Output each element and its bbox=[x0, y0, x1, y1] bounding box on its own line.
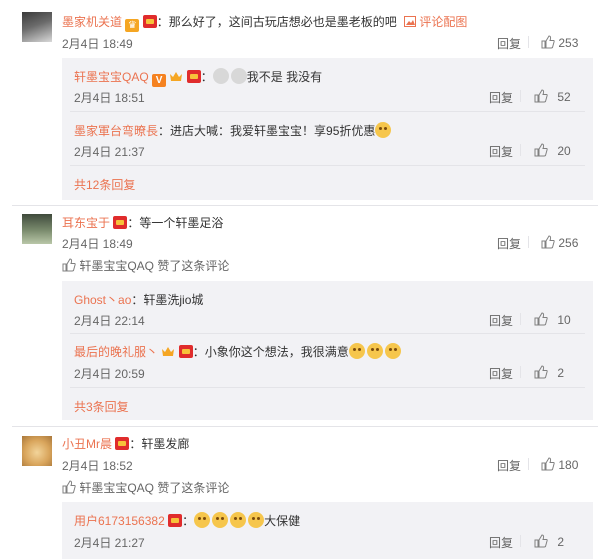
thumbs-up-icon bbox=[534, 89, 548, 103]
reply-date: 2月4日 21:37 bbox=[74, 145, 145, 159]
comment-text: ：等一个轩墨足浴 bbox=[127, 216, 224, 230]
vip-badge-icon: V bbox=[152, 74, 167, 87]
reply-text: ：轩墨洗jio城 bbox=[131, 293, 204, 307]
reply-date: 2月4日 18:51 bbox=[74, 91, 145, 105]
comment-body: 耳东宝于 ：等一个轩墨足浴 bbox=[62, 214, 223, 231]
liked-by-text: 赞了这条评论 bbox=[154, 481, 230, 495]
red-envelope-badge-icon bbox=[186, 70, 201, 83]
liked-by-user[interactable]: 轩墨宝宝QAQ bbox=[79, 259, 154, 273]
like-button[interactable]: 256 bbox=[541, 235, 578, 250]
face-emoji-icon bbox=[230, 68, 247, 84]
red-envelope-badge-icon bbox=[178, 345, 193, 358]
like-button[interactable]: 10 bbox=[534, 312, 571, 327]
cat-emoji-icon bbox=[212, 512, 229, 528]
reply-button[interactable]: 回复 bbox=[489, 534, 513, 551]
thumbs-up-icon bbox=[534, 534, 548, 548]
cat-emoji-icon bbox=[375, 122, 392, 138]
like-count: 52 bbox=[557, 90, 571, 104]
cat-emoji-icon bbox=[230, 512, 247, 528]
more-replies-link[interactable]: 共3条回复 bbox=[74, 398, 129, 415]
like-button[interactable]: 2 bbox=[534, 534, 564, 549]
reply-button[interactable]: 回复 bbox=[489, 312, 513, 329]
reply-button[interactable]: 回复 bbox=[497, 235, 521, 252]
thumbs-up-icon bbox=[62, 480, 76, 494]
like-count: 2 bbox=[557, 366, 565, 380]
reply-author[interactable]: 墨家軍台弯暸長 bbox=[74, 124, 158, 138]
thumbs-up-icon bbox=[541, 235, 555, 249]
comment-body: 墨家机关道 ♛ ：那么好了，这间古玩店想必也是墨老板的吧 评论配图 bbox=[62, 13, 467, 32]
like-button[interactable]: 20 bbox=[534, 143, 571, 158]
reply-text: 我不是 我没有 bbox=[246, 70, 323, 84]
face-emoji-icon bbox=[212, 68, 229, 84]
like-button[interactable]: 52 bbox=[534, 89, 571, 104]
comment-date: 2月4日 18:49 bbox=[62, 237, 133, 251]
image-icon bbox=[404, 16, 416, 27]
thumbs-up-icon bbox=[534, 365, 548, 379]
thumbs-up-icon bbox=[541, 457, 555, 471]
cat-emoji-icon bbox=[348, 343, 365, 359]
liked-by-note: 轩墨宝宝QAQ 赞了这条评论 bbox=[62, 257, 229, 274]
like-count: 180 bbox=[558, 458, 579, 472]
comment-body: 小丑Mr晨 ：轩墨发廊 bbox=[62, 435, 189, 452]
thumbs-up-icon bbox=[534, 312, 548, 326]
avatar[interactable] bbox=[22, 12, 52, 42]
cat-emoji-icon bbox=[248, 512, 265, 528]
like-count: 253 bbox=[558, 36, 579, 50]
liked-by-user[interactable]: 轩墨宝宝QAQ bbox=[79, 481, 154, 495]
avatar[interactable] bbox=[22, 436, 52, 466]
thumbs-up-icon bbox=[534, 143, 548, 157]
like-count: 256 bbox=[558, 236, 579, 250]
thumbs-up-icon bbox=[541, 35, 555, 49]
reply-item: 最后的晚礼服丶 ：小象你这个想法，我很满意 bbox=[74, 343, 401, 360]
comment-text: ：轩墨发廊 bbox=[129, 437, 190, 451]
cat-emoji-icon bbox=[194, 512, 211, 528]
red-envelope-badge-icon bbox=[142, 15, 157, 28]
reply-date: 2月4日 22:14 bbox=[74, 314, 145, 328]
crown-badge-icon bbox=[169, 70, 183, 83]
like-count: 2 bbox=[557, 535, 565, 549]
cat-emoji-icon bbox=[366, 343, 383, 359]
reply-author[interactable]: 用户6173156382 bbox=[74, 514, 165, 528]
comment-author[interactable]: 耳东宝于 bbox=[62, 216, 110, 230]
reply-text: ：进店大喊：我爱轩墨宝宝！享95折优惠 bbox=[158, 124, 376, 138]
reply-item: 墨家軍台弯暸長：进店大喊：我爱轩墨宝宝！享95折优惠 bbox=[74, 122, 392, 139]
comment-date: 2月4日 18:49 bbox=[62, 37, 133, 51]
reply-item: 轩墨宝宝QAQ V ：我不是 我没有 bbox=[74, 68, 323, 87]
red-envelope-badge-icon bbox=[168, 514, 183, 527]
comment-text: ：那么好了，这间古玩店想必也是墨老板的吧 bbox=[156, 15, 397, 29]
reply-item: Ghost丶ao：轩墨洗jio城 bbox=[74, 291, 203, 308]
reply-author[interactable]: Ghost丶ao bbox=[74, 293, 131, 307]
reply-text: ：小象你这个想法，我很满意 bbox=[192, 345, 349, 359]
reply-date: 2月4日 21:27 bbox=[74, 536, 145, 550]
like-button[interactable]: 253 bbox=[541, 35, 578, 50]
comment-author[interactable]: 小丑Mr晨 bbox=[62, 437, 112, 451]
comment-author[interactable]: 墨家机关道 bbox=[62, 15, 122, 29]
reply-author[interactable]: 轩墨宝宝QAQ bbox=[74, 70, 149, 84]
liked-by-text: 赞了这条评论 bbox=[154, 259, 230, 273]
like-count: 20 bbox=[557, 144, 571, 158]
like-button[interactable]: 2 bbox=[534, 365, 564, 380]
cat-emoji-icon bbox=[384, 343, 401, 359]
comment-date: 2月4日 18:52 bbox=[62, 459, 133, 473]
red-envelope-badge-icon bbox=[113, 216, 128, 229]
like-count: 10 bbox=[557, 313, 571, 327]
avatar[interactable] bbox=[22, 214, 52, 244]
like-button[interactable]: 180 bbox=[541, 457, 578, 472]
reply-author[interactable]: 最后的晚礼服丶 bbox=[74, 345, 158, 359]
red-envelope-badge-icon bbox=[115, 437, 130, 450]
reply-item: 用户6173156382 ：大保健 bbox=[74, 512, 301, 528]
liked-by-note: 轩墨宝宝QAQ 赞了这条评论 bbox=[62, 479, 229, 496]
reply-button[interactable]: 回复 bbox=[497, 35, 521, 52]
reply-button[interactable]: 回复 bbox=[489, 143, 513, 160]
vip-badge-icon: ♛ bbox=[125, 19, 140, 32]
reply-date: 2月4日 20:59 bbox=[74, 367, 145, 381]
reply-text: 大保健 bbox=[264, 514, 301, 528]
comment-image-link[interactable]: 评论配图 bbox=[419, 15, 467, 29]
thumbs-up-icon bbox=[62, 258, 76, 272]
more-replies-link[interactable]: 共12条回复 bbox=[74, 176, 135, 193]
reply-button[interactable]: 回复 bbox=[497, 457, 521, 474]
crown-badge-icon bbox=[161, 345, 175, 358]
reply-button[interactable]: 回复 bbox=[489, 365, 513, 382]
reply-button[interactable]: 回复 bbox=[489, 89, 513, 106]
